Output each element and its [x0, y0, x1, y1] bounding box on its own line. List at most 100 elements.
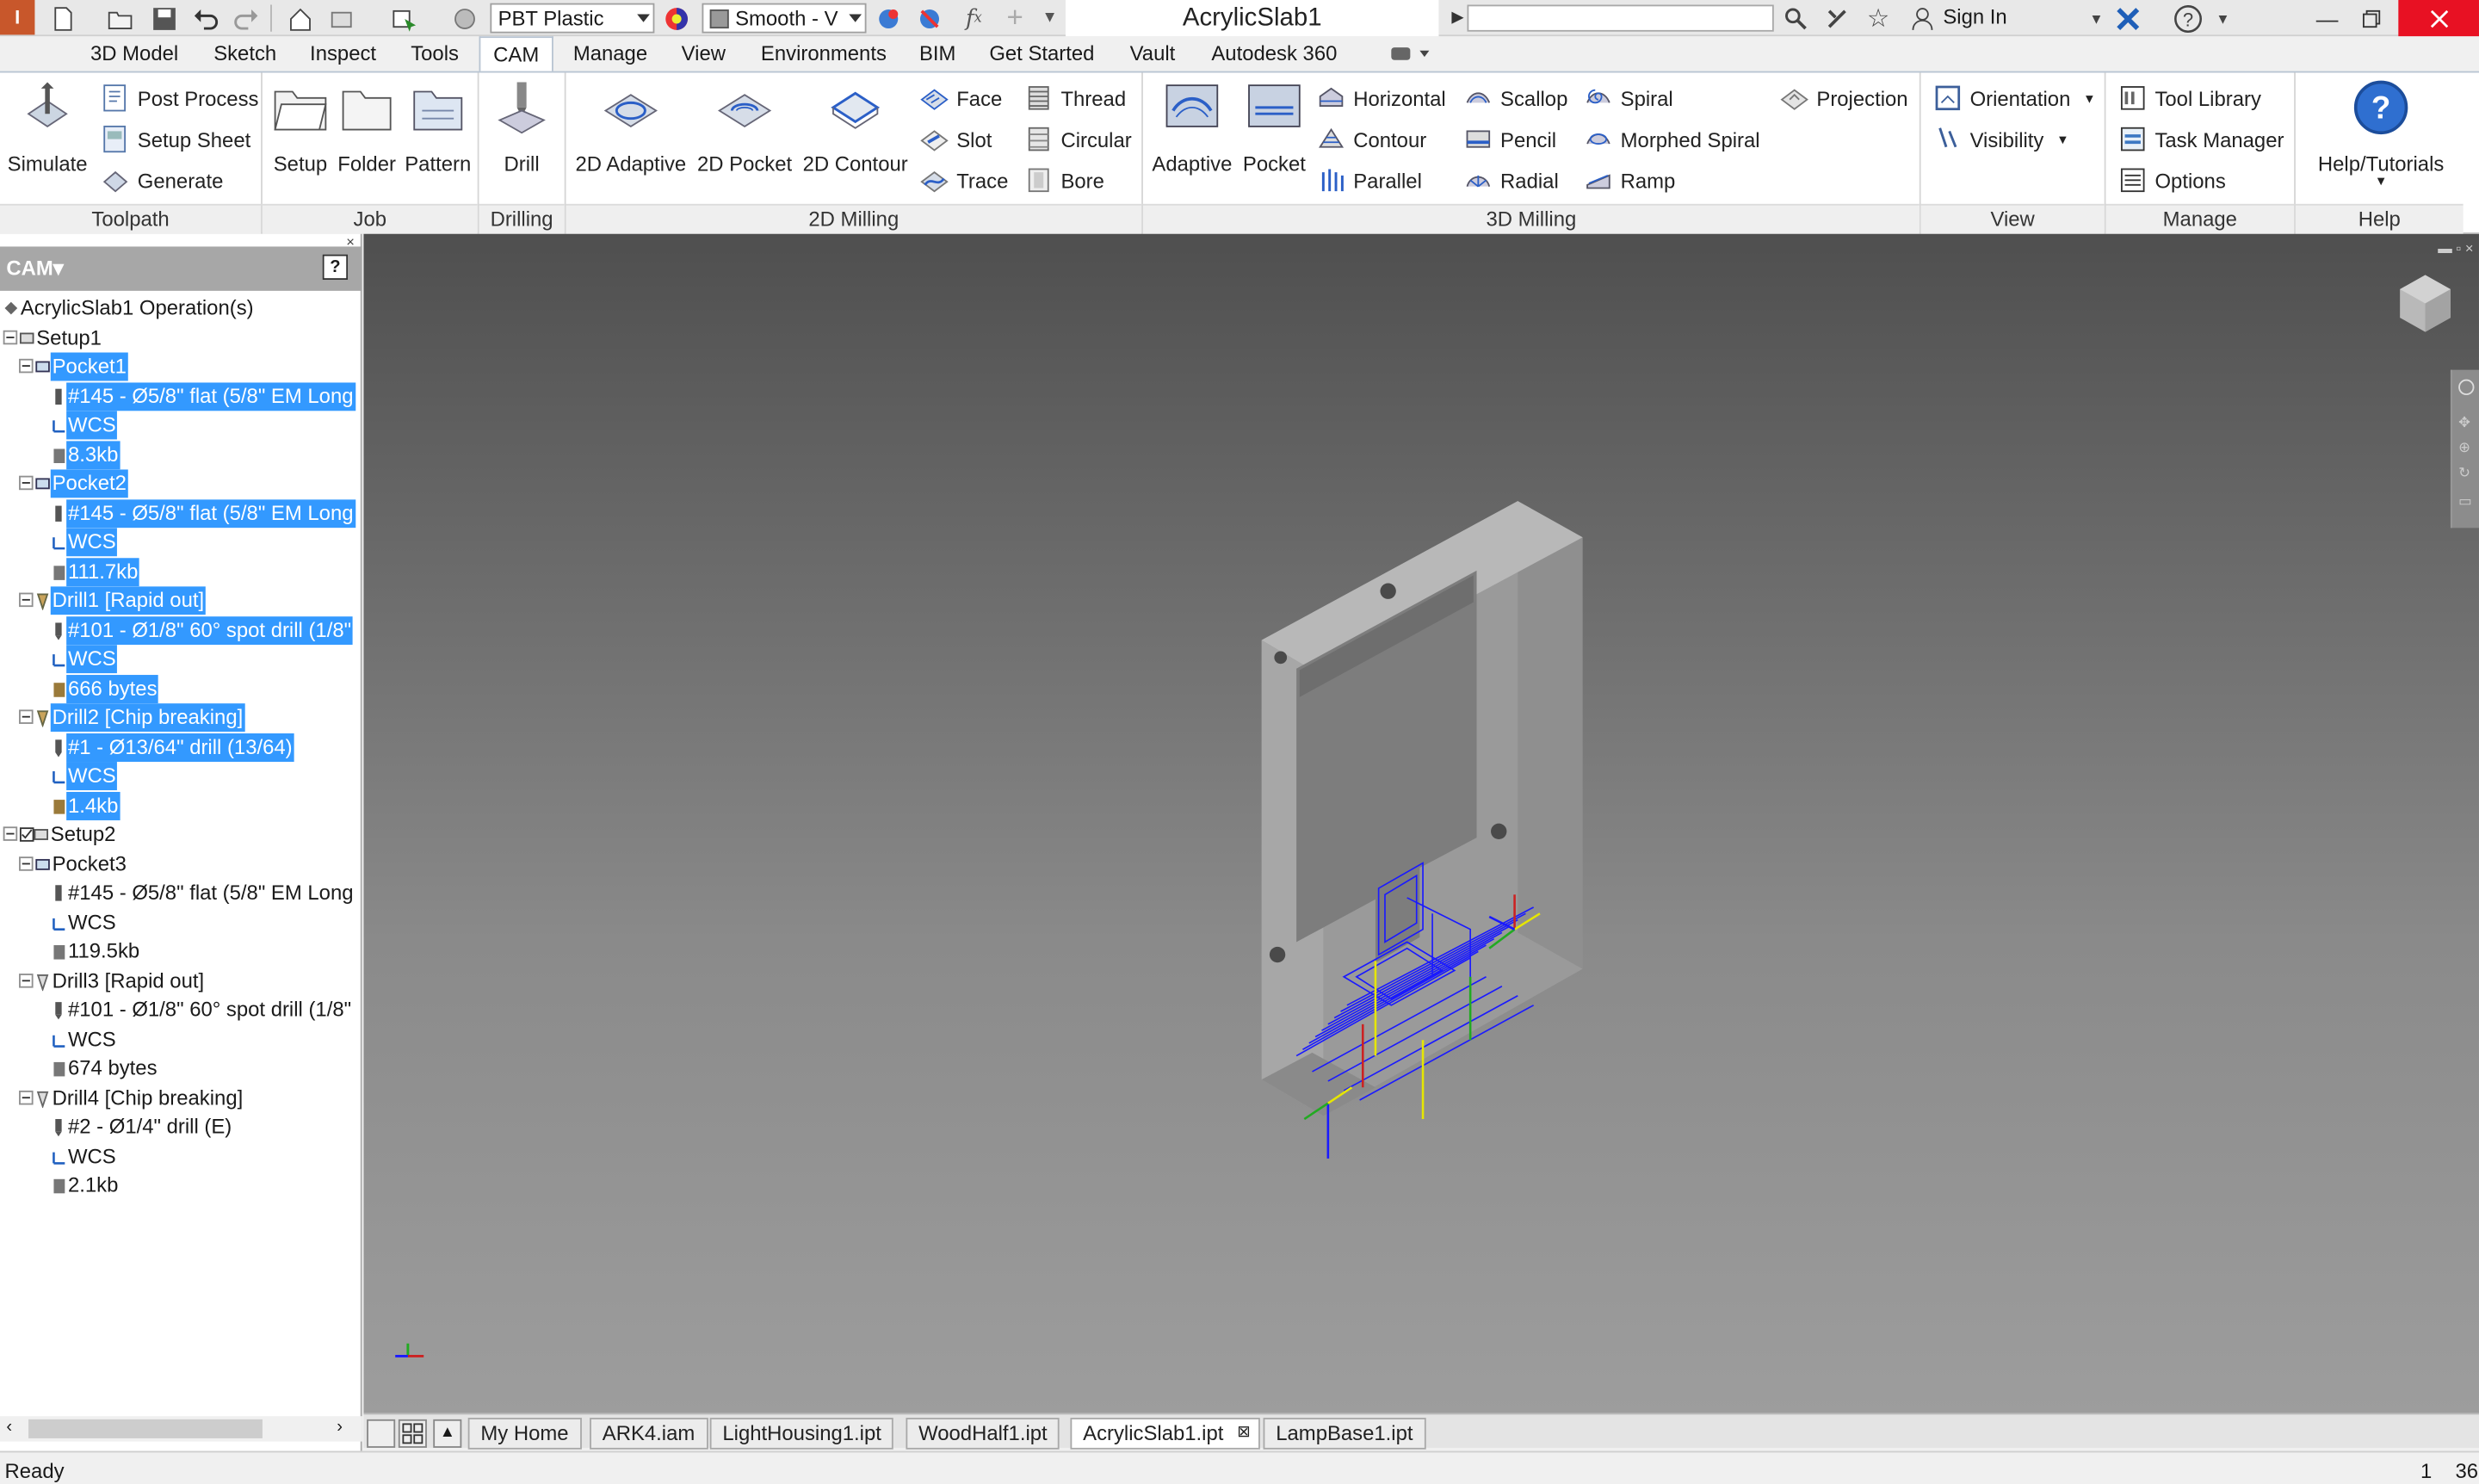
help-icon[interactable]: ? [2173, 3, 2204, 34]
tree-pocket2[interactable]: Pocket2 [0, 469, 361, 498]
app-menu-button[interactable]: I [0, 0, 35, 35]
doc-tab-lighthousing1[interactable]: LightHousing1.ipt [709, 1418, 894, 1450]
browser-help-icon[interactable]: ? [322, 254, 349, 281]
viewcube-icon[interactable] [2394, 269, 2457, 338]
tab-autodesk-360[interactable]: Autodesk 360 [1198, 36, 1350, 71]
tree-drill4-tool[interactable]: #2 - Ø1/4" drill (E) [0, 1113, 361, 1141]
collapse-icon[interactable] [19, 358, 34, 374]
collapse-icon[interactable] [19, 856, 34, 870]
adaptive-button[interactable]: Adaptive [1149, 79, 1234, 176]
circular-button[interactable]: Circular [1024, 121, 1132, 156]
collapse-icon[interactable] [3, 826, 18, 841]
doc-tab-ark4[interactable]: ARK4.iam [590, 1418, 708, 1450]
return-icon[interactable] [325, 3, 357, 34]
tab-vault[interactable]: Vault [1119, 36, 1185, 71]
scrollbar-thumb[interactable] [28, 1419, 263, 1438]
document-list-icon[interactable]: ▲ [433, 1419, 462, 1448]
tree-pocket3-size[interactable]: 119.5kb [0, 937, 361, 966]
minimize-button[interactable]: — [2311, 3, 2343, 34]
tree-setup2[interactable]: Setup2 [0, 820, 361, 849]
tree-drill2-wcs[interactable]: WCS [0, 762, 361, 791]
visibility-button[interactable]: Visibility ▼ [1933, 121, 2069, 156]
horizontal-button[interactable]: Horizontal [1317, 81, 1446, 115]
doc-tab-acrylicslab1[interactable]: AcrylicSlab1.ipt ⊠ [1070, 1418, 1260, 1450]
collapse-icon[interactable] [19, 475, 34, 491]
morphed-spiral-button[interactable]: Morphed Spiral [1584, 121, 1760, 156]
tab-environments[interactable]: Environments [750, 36, 899, 71]
tree-pocket3-wcs[interactable]: WCS [0, 908, 361, 937]
tree-pocket3[interactable]: Pocket3 [0, 850, 361, 878]
tree-drill3-wcs[interactable]: WCS [0, 1025, 361, 1054]
tool-library-button[interactable]: Tool Library [2118, 81, 2261, 115]
tree-pocket2-tool[interactable]: #145 - Ø5/8" flat (5/8" EM Long [0, 498, 361, 528]
tab-3d-model[interactable]: 3D Model [76, 36, 193, 71]
tree-pocket2-wcs[interactable]: WCS [0, 528, 361, 557]
cascade-windows-icon[interactable] [398, 1419, 427, 1448]
tree-drill4[interactable]: Drill4 [Chip breaking] [0, 1084, 361, 1112]
steering-wheel-icon[interactable] [2458, 379, 2475, 396]
tab-inspect[interactable]: Inspect [300, 36, 386, 71]
tree-drill1[interactable]: Drill1 [Rapid out] [0, 586, 361, 615]
doc-tab-woodhalf1[interactable]: WoodHalf1.ipt [906, 1418, 1060, 1450]
browser-horizontal-scrollbar[interactable]: ‹ › [0, 1416, 362, 1442]
restore-button[interactable] [2356, 3, 2388, 34]
update-icon[interactable] [449, 3, 481, 34]
drill-button[interactable]: Drill [489, 79, 555, 176]
tree-drill2-tool[interactable]: #1 - Ø13/64" drill (13/64) [0, 733, 361, 762]
tree-drill2[interactable]: Drill2 [Chip breaking] [0, 703, 361, 733]
tree-pocket1-size[interactable]: 8.3kb [0, 440, 361, 469]
undo-icon[interactable] [189, 3, 221, 34]
tree-drill1-size[interactable]: 666 bytes [0, 674, 361, 703]
folder-button[interactable]: Folder [335, 79, 398, 176]
color-override-icon[interactable] [873, 3, 905, 34]
projection-button[interactable]: Projection [1780, 81, 1908, 115]
collapse-icon[interactable] [19, 592, 34, 608]
viewport-window-controls[interactable]: ▬ ▫ × [2438, 240, 2473, 256]
tree-pocket2-size[interactable]: 111.7kb [0, 557, 361, 586]
scroll-left-icon[interactable]: ‹ [6, 1418, 12, 1437]
radial-button[interactable]: Radial [1464, 163, 1559, 197]
tree-root[interactable]: AcrylicSlab1 Operation(s) [0, 294, 361, 323]
doc-tab-my-home[interactable]: My Home [467, 1418, 582, 1450]
2d-contour-button[interactable]: 2D Contour [800, 79, 911, 176]
pan-icon[interactable]: ✥ [2458, 414, 2474, 430]
setup-sheet-button[interactable]: Setup Sheet [102, 121, 250, 156]
generate-button[interactable]: Generate [102, 163, 223, 197]
doc-tab-lampbase1[interactable]: LampBase1.ipt [1263, 1418, 1426, 1450]
new-file-icon[interactable] [47, 3, 79, 34]
customize-qat-icon[interactable]: ▼ [1034, 3, 1066, 34]
tree-drill3[interactable]: Drill3 [Rapid out] [0, 967, 361, 995]
2d-pocket-button[interactable]: 2D Pocket [695, 79, 794, 176]
thread-button[interactable]: Thread [1024, 81, 1126, 115]
sign-in-dropdown-icon[interactable]: ▼ [2080, 3, 2112, 34]
help-dropdown-icon[interactable]: ▼ [2207, 3, 2239, 34]
tab-manage[interactable]: Manage [563, 36, 658, 71]
tree-drill3-tool[interactable]: #101 - Ø1/8" 60° spot drill (1/8" [0, 996, 361, 1024]
sign-in-link[interactable]: Sign In [1943, 5, 2006, 29]
bore-button[interactable]: Bore [1024, 163, 1104, 197]
pocket-button[interactable]: Pocket [1238, 79, 1310, 176]
tree-drill3-size[interactable]: 674 bytes [0, 1054, 361, 1083]
subscription-icon[interactable] [1821, 3, 1853, 34]
pattern-button[interactable]: Pattern [402, 79, 474, 176]
fx-parameters-icon[interactable]: fx [958, 3, 990, 34]
appearance-icon[interactable] [661, 3, 693, 34]
collapse-icon[interactable] [3, 329, 18, 344]
tab-tools[interactable]: Tools [399, 36, 471, 71]
contour-button[interactable]: Contour [1317, 121, 1426, 156]
redo-icon[interactable] [231, 3, 263, 34]
spiral-button[interactable]: Spiral [1584, 81, 1673, 115]
setup-button[interactable]: Setup [269, 79, 331, 176]
open-file-icon[interactable] [104, 3, 136, 34]
select-icon[interactable] [389, 3, 421, 34]
collapse-icon[interactable] [19, 973, 34, 987]
face-button[interactable]: Face [920, 81, 1002, 115]
collapse-icon[interactable] [19, 709, 34, 724]
navigation-bar[interactable]: ✥ ⊕ ↻ ▭ [2450, 369, 2479, 529]
orbit-icon[interactable]: ↻ [2458, 465, 2474, 480]
tab-bim[interactable]: BIM [911, 36, 964, 71]
scroll-right-icon[interactable]: › [337, 1418, 343, 1437]
tree-drill4-wcs[interactable]: WCS [0, 1142, 361, 1171]
tree-drill1-tool[interactable]: #101 - Ø1/8" 60° spot drill (1/8" [0, 615, 361, 645]
ramp-button[interactable]: Ramp [1584, 163, 1675, 197]
